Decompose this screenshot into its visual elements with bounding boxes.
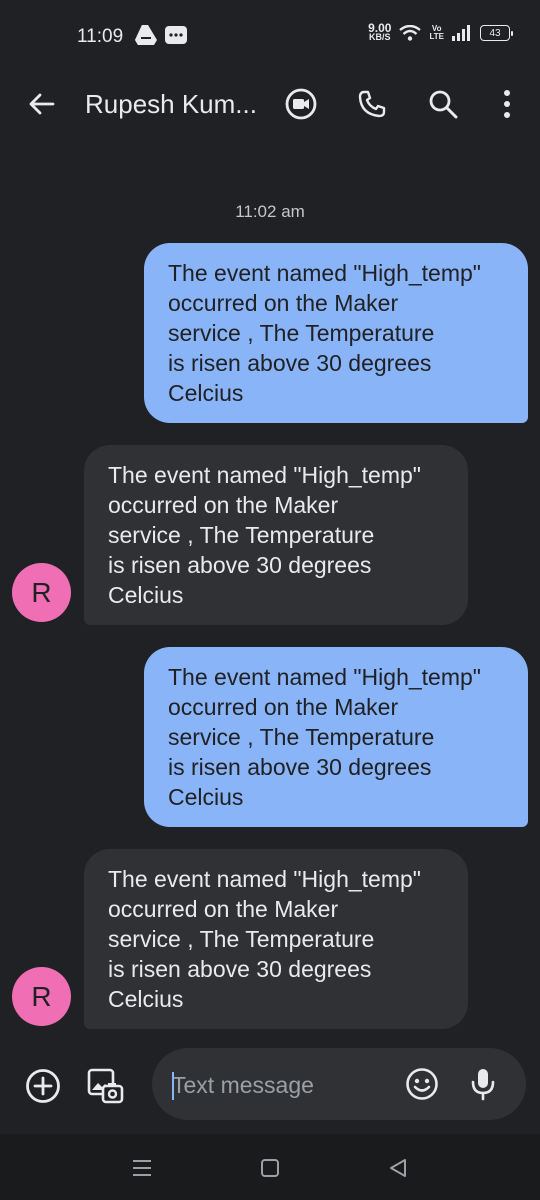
system-navigation-bar bbox=[0, 1134, 540, 1200]
home-icon bbox=[261, 1159, 279, 1177]
emoji-button[interactable] bbox=[403, 1065, 441, 1103]
message-field-container bbox=[152, 1048, 526, 1120]
message-line: The event named "High_temp" bbox=[168, 260, 481, 286]
search-icon bbox=[429, 90, 458, 119]
text-cursor bbox=[172, 1072, 174, 1100]
message-line: occurred on the Maker bbox=[108, 896, 339, 922]
volte-indicator: Vo LTE bbox=[429, 24, 444, 41]
video-call-icon bbox=[285, 88, 317, 120]
message-line: service , The Temperature bbox=[108, 522, 375, 548]
add-circle-icon bbox=[26, 1069, 60, 1103]
back-button[interactable] bbox=[26, 88, 58, 120]
battery-indicator: 43 bbox=[480, 25, 513, 41]
network-speed: 9.00 KB/S bbox=[368, 21, 392, 42]
back-arrow-icon bbox=[29, 93, 55, 115]
message-line: service , The Temperature bbox=[168, 724, 435, 750]
app-bar: Rupesh Kum... bbox=[0, 72, 540, 136]
gallery-button[interactable] bbox=[86, 1067, 124, 1105]
message-line: occurred on the Maker bbox=[168, 694, 399, 720]
message-line: The event named "High_temp" bbox=[108, 866, 421, 892]
compose-bar bbox=[0, 1048, 540, 1122]
back-triangle-icon bbox=[390, 1159, 406, 1177]
more-vert-icon bbox=[504, 90, 510, 118]
mic-icon bbox=[471, 1069, 495, 1101]
status-bar: 11:09 9.00 KB/S Vo LTE 43 bbox=[0, 0, 540, 72]
emoji-icon bbox=[406, 1068, 438, 1100]
message-line: Celcius bbox=[108, 582, 184, 608]
wifi-icon bbox=[399, 25, 422, 41]
message-line: The event named "High_temp" bbox=[108, 462, 421, 488]
message-line: The event named "High_temp" bbox=[168, 664, 481, 690]
recents-icon bbox=[133, 1160, 151, 1176]
message-line: is risen above 30 degrees bbox=[168, 754, 432, 780]
drive-icon bbox=[135, 25, 157, 45]
incoming-message-bubble[interactable]: The event named "High_temp" occurred on … bbox=[84, 849, 468, 1029]
message-line: is risen above 30 degrees bbox=[108, 956, 372, 982]
signal-icon bbox=[452, 25, 470, 41]
message-line: occurred on the Maker bbox=[108, 492, 339, 518]
search-button[interactable] bbox=[425, 86, 461, 122]
recents-button[interactable] bbox=[128, 1154, 156, 1182]
phone-call-button[interactable] bbox=[354, 86, 390, 122]
message-line: Celcius bbox=[168, 380, 244, 406]
contact-name[interactable]: Rupesh Kum... bbox=[85, 89, 257, 120]
outgoing-message-bubble[interactable]: The event named "High_temp" occurred on … bbox=[144, 647, 528, 827]
gallery-icon bbox=[87, 1068, 124, 1104]
outgoing-message-bubble[interactable]: The event named "High_temp" occurred on … bbox=[144, 243, 528, 423]
attach-button[interactable] bbox=[24, 1067, 62, 1105]
message-timestamp: 11:02 am bbox=[235, 202, 305, 221]
message-line: service , The Temperature bbox=[108, 926, 375, 952]
message-line: is risen above 30 degrees bbox=[108, 552, 372, 578]
status-time: 11:09 bbox=[77, 26, 124, 47]
phone-icon bbox=[358, 90, 386, 118]
incoming-message-bubble[interactable]: The event named "High_temp" occurred on … bbox=[84, 445, 468, 625]
message-line: Celcius bbox=[108, 986, 184, 1012]
message-line: is risen above 30 degrees bbox=[168, 350, 432, 376]
back-nav-button[interactable] bbox=[384, 1154, 412, 1182]
message-line: occurred on the Maker bbox=[168, 290, 399, 316]
message-input[interactable] bbox=[172, 1070, 392, 1100]
video-call-button[interactable] bbox=[283, 86, 319, 122]
home-button[interactable] bbox=[256, 1154, 284, 1182]
contact-avatar[interactable]: R bbox=[12, 563, 71, 622]
message-line: Celcius bbox=[168, 784, 244, 810]
message-notification-icon bbox=[165, 26, 187, 44]
more-options-button[interactable] bbox=[489, 86, 525, 122]
message-line: service , The Temperature bbox=[168, 320, 435, 346]
contact-avatar[interactable]: R bbox=[12, 967, 71, 1026]
voice-input-button[interactable] bbox=[464, 1065, 502, 1103]
